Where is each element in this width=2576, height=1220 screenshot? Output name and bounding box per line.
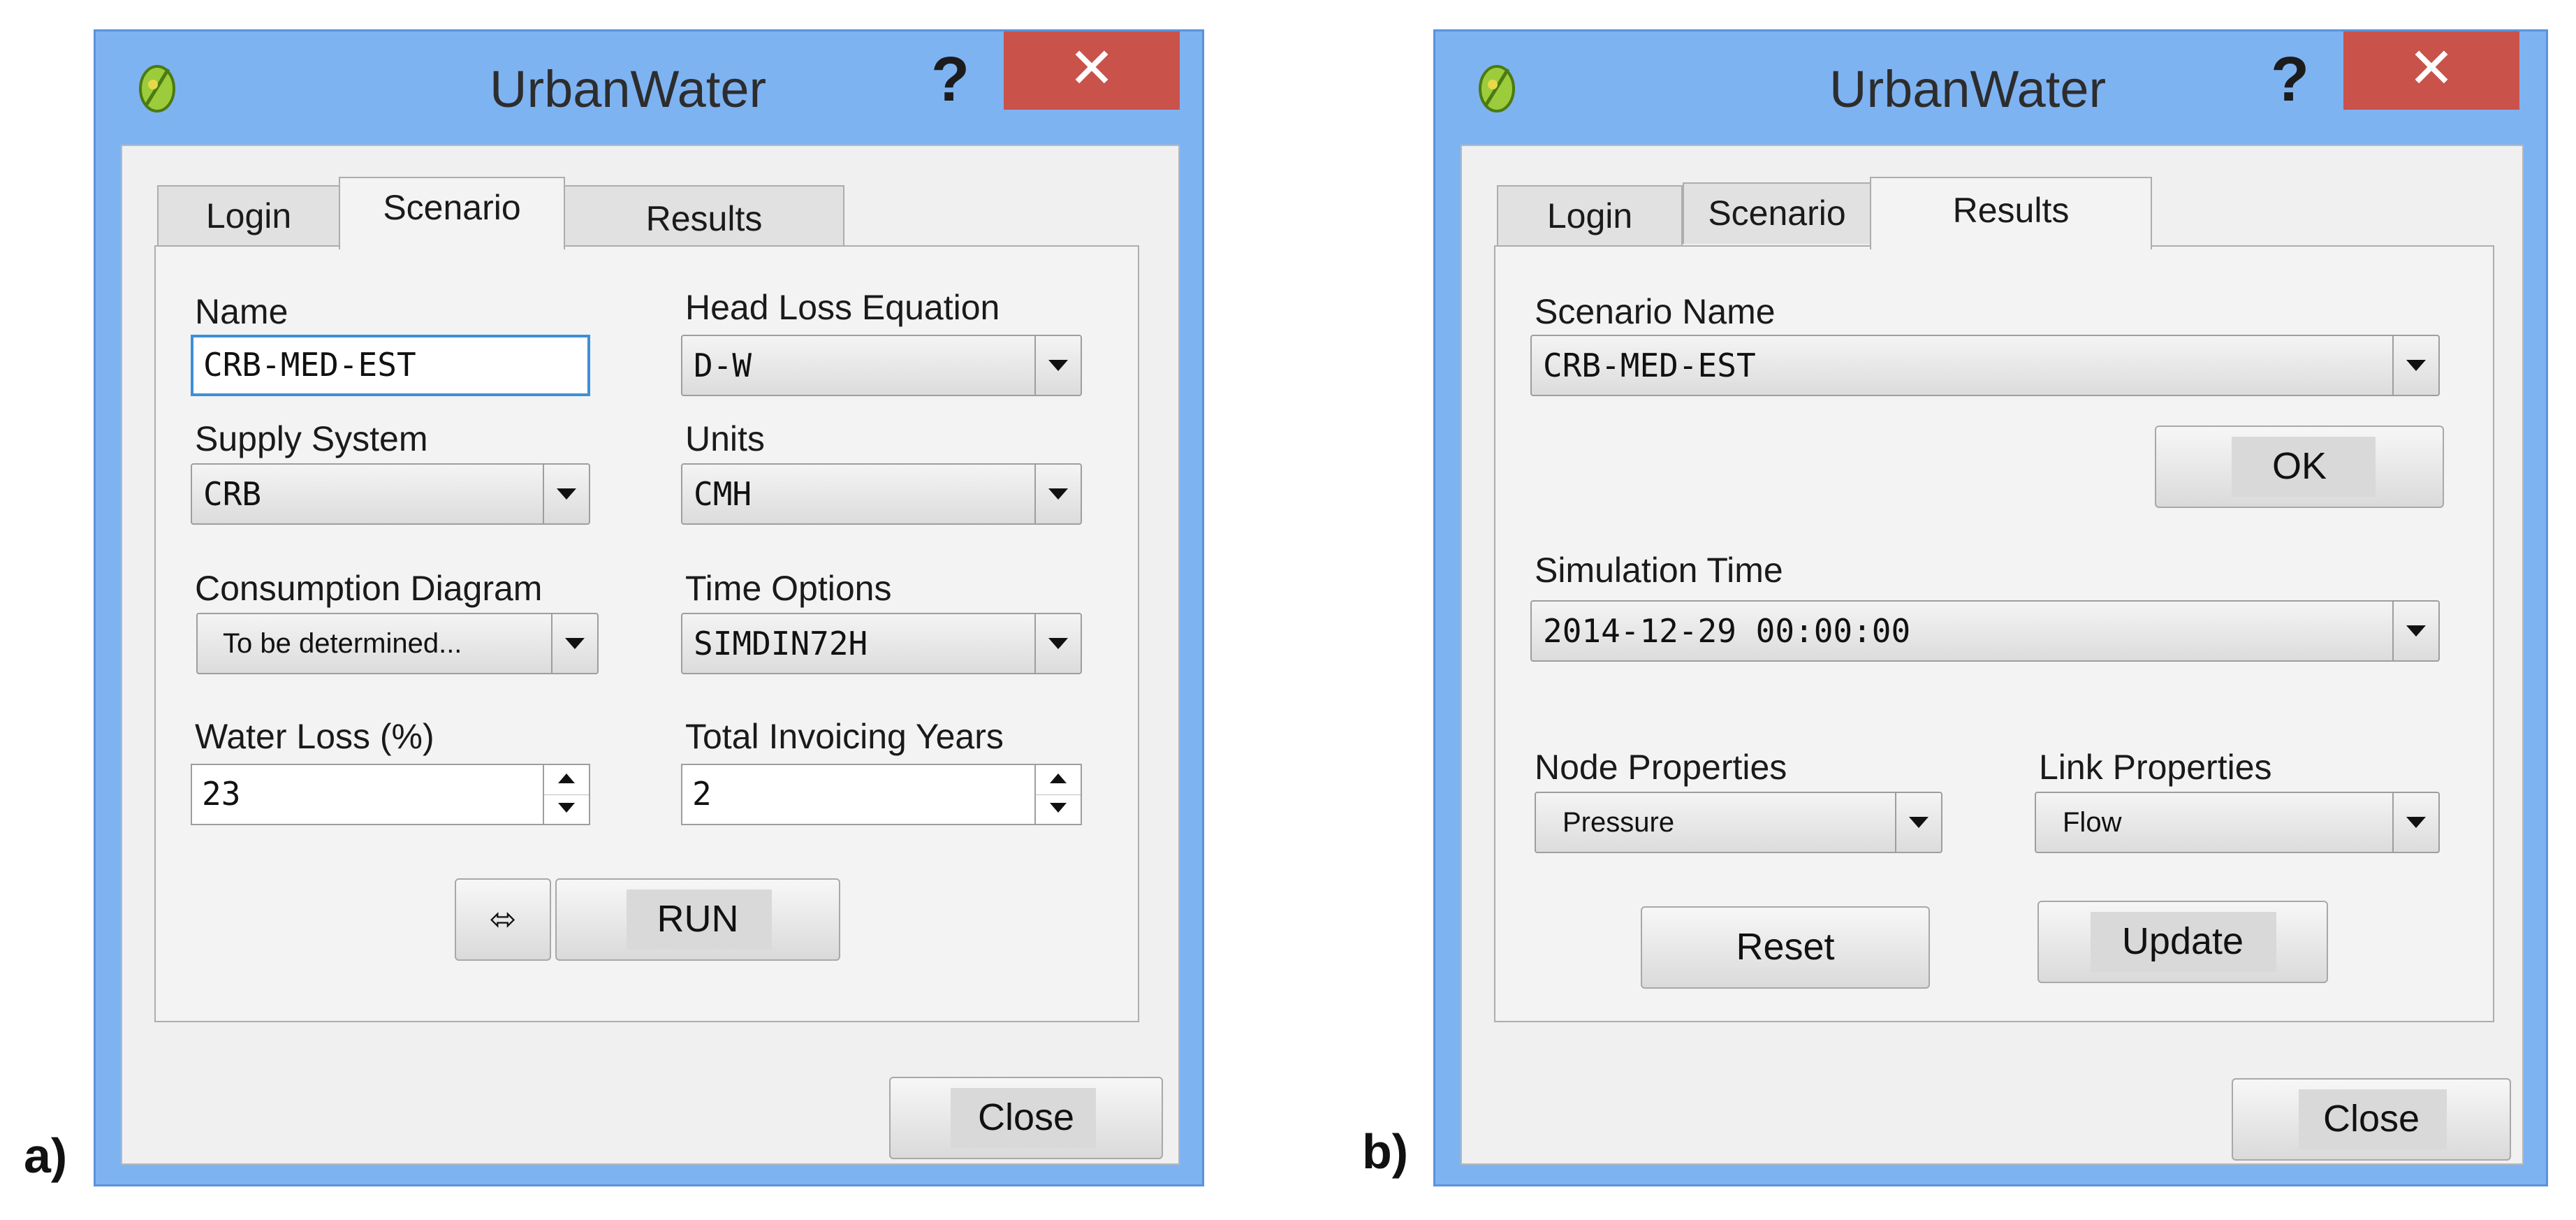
link-properties-label: Link Properties bbox=[2039, 748, 2272, 787]
swap-arrows-icon: ⬄ bbox=[489, 901, 517, 937]
update-button-label: Update bbox=[2121, 920, 2244, 962]
close-button-label: Close bbox=[2322, 1098, 2420, 1140]
results-panel: Scenario Name CRB-MED-EST OK Simulation … bbox=[1494, 245, 2494, 1022]
scenario-name-value: CRB-MED-EST bbox=[1543, 347, 1756, 384]
supply-system-label: Supply System bbox=[195, 419, 428, 458]
urbanwater-window-scenario: UrbanWater ? ✕ Login Scenario Results Na… bbox=[94, 29, 1204, 1186]
qgis-leaf-icon bbox=[139, 65, 175, 112]
units-value: CMH bbox=[694, 475, 752, 513]
simulation-time-select[interactable]: 2014-12-29 00:00:00 bbox=[1530, 600, 2440, 662]
node-properties-select[interactable]: Pressure bbox=[1535, 792, 1942, 853]
chevron-down-icon[interactable] bbox=[1034, 336, 1081, 395]
tab-login[interactable]: Login bbox=[157, 185, 340, 247]
tab-scenario[interactable]: Scenario bbox=[1683, 182, 1871, 244]
invoicing-years-spinbox[interactable]: 2 bbox=[681, 764, 1082, 825]
chevron-down-icon[interactable] bbox=[2392, 793, 2438, 852]
tab-results[interactable]: Results bbox=[1870, 177, 2152, 249]
invoicing-years-value: 2 bbox=[692, 775, 712, 813]
time-options-label: Time Options bbox=[685, 569, 892, 608]
close-icon[interactable]: ✕ bbox=[1004, 31, 1180, 110]
simulation-time-value: 2014-12-29 00:00:00 bbox=[1543, 612, 1911, 650]
spin-down-button[interactable] bbox=[1036, 794, 1081, 824]
spin-down-button[interactable] bbox=[544, 794, 589, 824]
water-loss-value: 23 bbox=[202, 775, 241, 813]
swap-button[interactable]: ⬄ bbox=[455, 878, 551, 961]
time-options-value: SIMDIN72H bbox=[694, 625, 868, 662]
tab-login[interactable]: Login bbox=[1497, 185, 1683, 247]
water-loss-spinbox[interactable]: 23 bbox=[191, 764, 590, 825]
help-icon[interactable]: ? bbox=[2271, 44, 2309, 116]
figure-caption-a: a) bbox=[24, 1128, 68, 1183]
water-loss-label: Water Loss (%) bbox=[195, 717, 434, 756]
invoicing-years-label: Total Invoicing Years bbox=[685, 717, 1004, 756]
dialog-body: Login Scenario Results Scenario Name CRB… bbox=[1461, 145, 2524, 1165]
figure-caption-b: b) bbox=[1362, 1124, 1409, 1179]
close-button[interactable]: Close bbox=[889, 1077, 1163, 1159]
time-options-select[interactable]: SIMDIN72H bbox=[681, 613, 1082, 674]
chevron-down-icon[interactable] bbox=[551, 614, 597, 673]
head-loss-label: Head Loss Equation bbox=[685, 288, 1000, 327]
head-loss-select[interactable]: D-W bbox=[681, 335, 1082, 396]
node-properties-label: Node Properties bbox=[1535, 748, 1787, 787]
node-properties-value: Pressure bbox=[1563, 807, 1675, 838]
supply-system-select[interactable]: CRB bbox=[191, 463, 590, 525]
spin-up-button[interactable] bbox=[544, 765, 589, 795]
run-button-label: RUN bbox=[657, 898, 739, 940]
scenario-name-select[interactable]: CRB-MED-EST bbox=[1530, 335, 2440, 396]
window-title: UrbanWater bbox=[1829, 60, 2107, 118]
chevron-down-icon[interactable] bbox=[543, 465, 589, 523]
urbanwater-window-results: UrbanWater ? ✕ Login Scenario Results Sc… bbox=[1433, 29, 2548, 1186]
scenario-panel: Name CRB-MED-EST Head Loss Equation D-W … bbox=[154, 245, 1139, 1022]
consumption-diagram-select[interactable]: To be determined... bbox=[196, 613, 599, 674]
dialog-body: Login Scenario Results Name CRB-MED-EST … bbox=[121, 145, 1180, 1165]
update-button[interactable]: Update bbox=[2037, 901, 2328, 983]
units-select[interactable]: CMH bbox=[681, 463, 1082, 525]
tab-results[interactable]: Results bbox=[564, 185, 844, 247]
spinner-arrows-icon[interactable] bbox=[543, 765, 589, 824]
spin-up-button[interactable] bbox=[1036, 765, 1081, 795]
spinner-arrows-icon[interactable] bbox=[1034, 765, 1081, 824]
run-button[interactable]: RUN bbox=[555, 878, 840, 961]
chevron-down-icon[interactable] bbox=[2392, 336, 2438, 395]
help-icon[interactable]: ? bbox=[931, 44, 969, 116]
head-loss-value: D-W bbox=[694, 347, 752, 384]
tab-scenario[interactable]: Scenario bbox=[339, 177, 565, 249]
window-title: UrbanWater bbox=[490, 60, 767, 118]
close-icon[interactable]: ✕ bbox=[2343, 31, 2519, 110]
scenario-name-label: Scenario Name bbox=[1535, 292, 1776, 331]
reset-button[interactable]: Reset bbox=[1641, 906, 1930, 989]
reset-button-label: Reset bbox=[1736, 926, 1835, 968]
consumption-diagram-value: To be determined... bbox=[223, 628, 462, 659]
supply-system-value: CRB bbox=[203, 475, 262, 513]
chevron-down-icon[interactable] bbox=[1034, 465, 1081, 523]
ok-button[interactable]: OK bbox=[2155, 426, 2444, 508]
qgis-leaf-icon bbox=[1479, 65, 1515, 112]
consumption-diagram-label: Consumption Diagram bbox=[195, 569, 543, 608]
name-input[interactable]: CRB-MED-EST bbox=[191, 335, 590, 396]
link-properties-value: Flow bbox=[2063, 807, 2122, 838]
name-label: Name bbox=[195, 292, 288, 331]
close-button-label: Close bbox=[977, 1096, 1075, 1138]
chevron-down-icon[interactable] bbox=[1895, 793, 1941, 852]
close-button[interactable]: Close bbox=[2232, 1078, 2511, 1161]
units-label: Units bbox=[685, 419, 765, 458]
ok-button-label: OK bbox=[2271, 445, 2327, 487]
chevron-down-icon[interactable] bbox=[2392, 602, 2438, 660]
chevron-down-icon[interactable] bbox=[1034, 614, 1081, 673]
link-properties-select[interactable]: Flow bbox=[2035, 792, 2440, 853]
simulation-time-label: Simulation Time bbox=[1535, 551, 1783, 590]
